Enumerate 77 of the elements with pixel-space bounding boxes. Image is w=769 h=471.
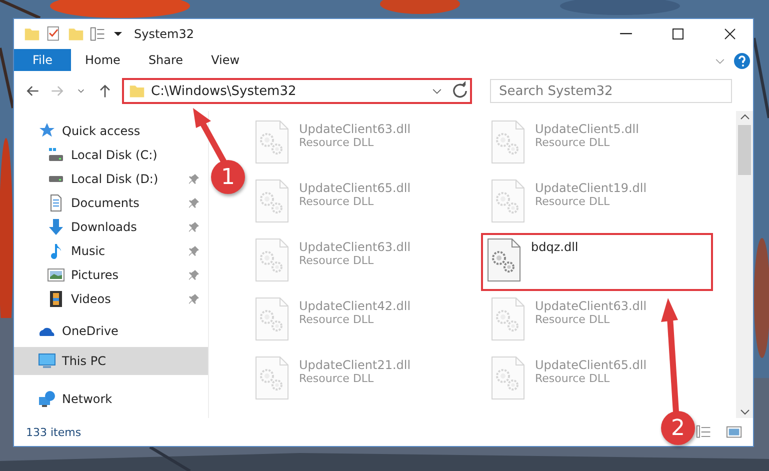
file-name: UpdateClient21.dll (299, 358, 411, 372)
sidebar-item[interactable]: Network (14, 387, 208, 411)
down-arrow-icon (47, 218, 65, 236)
properties-icon (46, 26, 62, 42)
sidebar-item[interactable]: This PC (14, 347, 208, 375)
search-field[interactable]: Search System32 (490, 79, 732, 103)
dll-file-icon (491, 120, 525, 164)
file-type: Resource DLL (535, 313, 611, 326)
dll-file-icon (491, 297, 525, 341)
view-list-icon (90, 26, 106, 42)
sidebar-item[interactable]: Downloads (14, 215, 208, 239)
folder-icon (24, 26, 40, 42)
file-name: UpdateClient19.dll (535, 181, 647, 195)
file-name: UpdateClient42.dll (299, 299, 411, 313)
ribbon-tab[interactable]: View (197, 49, 254, 71)
minimize-icon (620, 33, 632, 35)
pin-icon (188, 293, 200, 305)
file-name: bdqz.dll (531, 240, 578, 254)
dll-file-icon (255, 297, 289, 341)
file-type: Resource DLL (299, 313, 375, 326)
sidebar-item[interactable]: Pictures (14, 263, 208, 287)
new-folder-icon (68, 26, 84, 42)
sidebar-item[interactable]: Local Disk (D:) (14, 167, 208, 191)
film-icon (47, 290, 65, 308)
file-type: Resource DLL (299, 136, 375, 149)
file-name: UpdateClient63.dll (535, 299, 647, 313)
window-title: System32 (134, 27, 194, 41)
picture-icon (47, 266, 65, 284)
file-name: UpdateClient65.dll (535, 358, 647, 372)
sidebar-item[interactable]: Music (14, 239, 208, 263)
file-type: Resource DLL (299, 195, 375, 208)
file-type: Resource DLL (535, 195, 611, 208)
dll-file-icon (255, 238, 289, 282)
file-type: Resource DLL (299, 254, 375, 267)
folder-icon (129, 83, 145, 99)
scrollbar[interactable] (736, 111, 753, 418)
pin-icon (188, 221, 200, 233)
help-icon (733, 52, 751, 70)
ribbon-tab[interactable]: Share (134, 49, 198, 71)
file-type: Resource DLL (299, 372, 375, 385)
drive-icon (49, 176, 63, 182)
dll-file-icon (255, 120, 289, 164)
drive-icon (47, 146, 65, 164)
pin-icon (188, 197, 200, 209)
dll-file-icon (255, 179, 289, 223)
pin-icon (188, 173, 200, 185)
network-icon (38, 390, 56, 408)
file-menu-button[interactable]: File (14, 49, 71, 71)
sidebar-item[interactable]: Quick access (14, 119, 208, 143)
sidebar-item[interactable]: Local Disk (C:) (14, 143, 208, 167)
item-count: 133 items (26, 426, 82, 438)
pin-icon (188, 245, 200, 257)
file-name: UpdateClient5.dll (535, 122, 639, 136)
address-bar[interactable]: C:\Windows\System32 (122, 78, 472, 104)
ribbon-tab[interactable]: Home (71, 49, 134, 71)
picture-icon (726, 424, 742, 440)
details-view-icon (696, 424, 712, 440)
file-name: UpdateClient63.dll (299, 122, 411, 136)
sidebar-item[interactable]: OneDrive (14, 319, 208, 343)
dll-file-icon (491, 356, 525, 400)
sidebar-item[interactable]: Videos (14, 287, 208, 311)
file-type: Resource DLL (535, 372, 611, 385)
back-arrow-icon (25, 83, 41, 99)
sidebar-item[interactable]: Documents (14, 191, 208, 215)
forward-arrow-icon (49, 83, 65, 99)
file-name: UpdateClient65.dll (299, 181, 411, 195)
file-name: UpdateClient63.dll (299, 240, 411, 254)
up-arrow-icon (97, 83, 113, 99)
dll-file-icon (255, 356, 289, 400)
file-type: Resource DLL (535, 136, 611, 149)
dll-file-icon (487, 238, 521, 282)
monitor-icon (38, 352, 56, 370)
arrow (193, 108, 227, 164)
pin-icon (188, 269, 200, 281)
file-item[interactable]: bdqz.dll (481, 233, 713, 291)
dll-file-icon (491, 179, 525, 223)
scroll-thumb[interactable] (738, 125, 751, 175)
